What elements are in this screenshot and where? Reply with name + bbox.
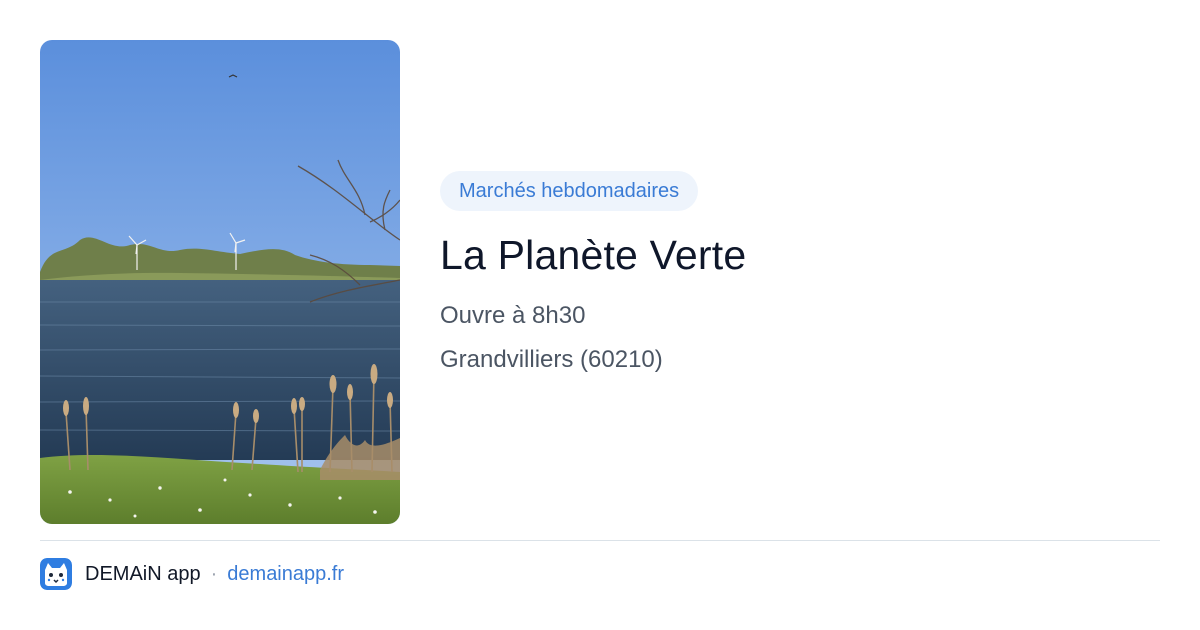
event-details: Marchés hebdomadaires La Planète Verte O… <box>440 171 1160 375</box>
event-title: La Planète Verte <box>440 232 747 278</box>
event-location: Grandvilliers (60210) <box>440 346 663 373</box>
footer-separator: · <box>210 562 218 585</box>
app-name: DEMAiN app <box>85 562 201 585</box>
event-photo <box>40 40 400 524</box>
lake-landscape-image <box>40 40 400 524</box>
site-link[interactable]: demainapp.fr <box>227 563 344 586</box>
category-badge[interactable]: Marchés hebdomadaires <box>440 171 699 211</box>
footer-divider <box>40 540 1160 541</box>
footer: DEMAiN app · demainapp.fr <box>40 558 344 590</box>
app-logo-icon <box>40 558 72 590</box>
opening-time: Ouvre à 8h30 <box>440 302 586 329</box>
